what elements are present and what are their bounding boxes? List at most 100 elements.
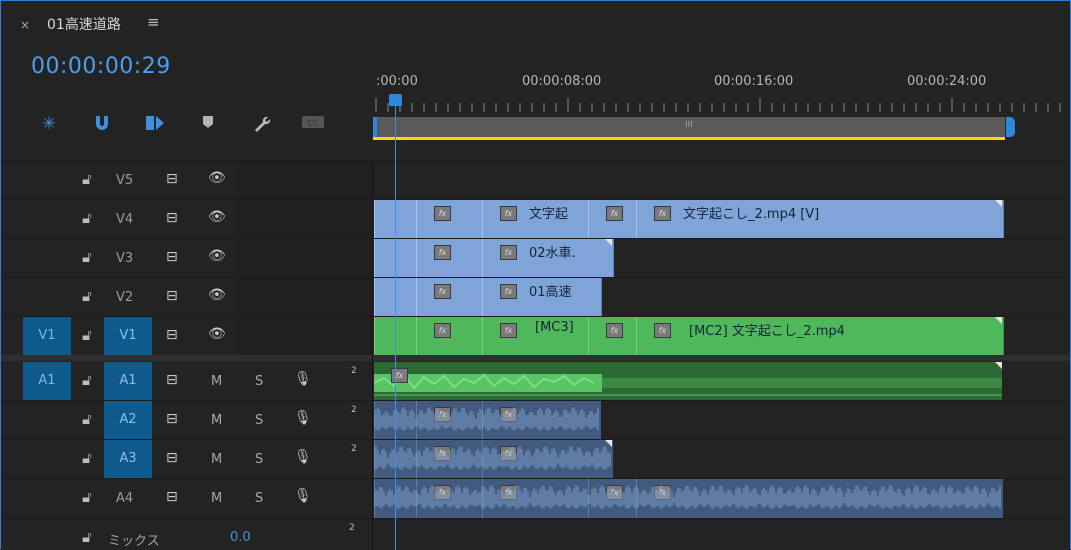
eye-icon[interactable]: 👁︎ <box>208 248 226 264</box>
multicam-clip[interactable]: fx <box>588 317 638 355</box>
lock-icon[interactable]: 🔓︎ <box>82 209 92 227</box>
video-clip[interactable] <box>374 278 418 316</box>
mix-channel-count: 2 <box>349 523 355 533</box>
video-audio-divider[interactable] <box>0 355 1071 361</box>
video-clip[interactable]: fx <box>416 278 484 316</box>
lock-icon[interactable]: 🔓︎ <box>82 326 92 344</box>
scrollbar-grip[interactable]: III <box>685 120 693 130</box>
track-name-v4[interactable]: V4 <box>116 212 133 227</box>
eye-icon[interactable]: 👁︎ <box>208 170 226 186</box>
source-patch-a1[interactable]: A1 <box>23 362 71 400</box>
film-toggle-icon[interactable]: ⊟ <box>166 249 178 265</box>
lock-icon[interactable]: 🔓︎ <box>82 528 92 546</box>
film-toggle-icon[interactable]: ⊟ <box>166 411 178 427</box>
video-clip[interactable] <box>374 239 418 277</box>
clip-end-marker <box>995 317 1002 324</box>
clip-name: [MC3] <box>535 320 574 335</box>
clip-name: 02水車. <box>529 246 576 261</box>
lock-icon[interactable]: 🔓︎ <box>82 488 92 506</box>
mix-volume-value[interactable]: 0.0 <box>230 530 251 545</box>
timeline-settings-wrench-icon[interactable] <box>248 113 274 138</box>
audio-clip[interactable]: fx <box>374 362 1002 400</box>
captions-cc-icon[interactable]: CC <box>300 114 326 135</box>
sequence-tab-title[interactable]: 01高速道路 <box>47 14 121 34</box>
eye-icon[interactable]: 👁︎ <box>208 326 226 342</box>
film-toggle-icon[interactable]: ⊟ <box>166 327 178 343</box>
scrollbar-left-handle[interactable] <box>373 117 377 137</box>
video-clip[interactable]: fx 文字起こし_2.mp4 [V] <box>636 200 1004 238</box>
lock-icon[interactable]: 🔓︎ <box>82 410 92 428</box>
lock-icon[interactable]: 🔓︎ <box>82 449 92 467</box>
microphone-icon[interactable]: 🎙︎ <box>294 371 312 387</box>
playhead-handle[interactable] <box>389 94 402 106</box>
film-toggle-icon[interactable]: ⊟ <box>166 171 178 187</box>
time-ruler[interactable] <box>374 98 1071 112</box>
microphone-icon[interactable]: 🎙︎ <box>294 488 312 504</box>
clip-name: [MC2] 文字起こし_2.mp4 <box>689 324 845 339</box>
panel-menu-icon[interactable]: ≡ <box>147 13 160 31</box>
solo-button[interactable]: S <box>255 374 263 389</box>
video-clip[interactable]: fx 01高速 <box>482 278 602 316</box>
video-clip[interactable]: fx 02水車. <box>482 239 614 277</box>
track-name-a4[interactable]: A4 <box>116 491 133 506</box>
track-name-a1[interactable]: A1 <box>104 362 152 400</box>
lock-icon[interactable]: 🔓︎ <box>82 287 92 305</box>
multicam-clip[interactable] <box>374 317 418 355</box>
fx-badge: fx <box>434 323 451 338</box>
film-toggle-icon[interactable]: ⊟ <box>166 372 178 388</box>
microphone-icon[interactable]: 🎙︎ <box>294 449 312 465</box>
lock-icon[interactable]: 🔓︎ <box>82 371 92 389</box>
video-clip[interactable] <box>374 200 418 238</box>
lock-icon[interactable]: 🔓︎ <box>82 170 92 188</box>
mute-button[interactable]: M <box>211 452 222 467</box>
video-clip[interactable]: fx <box>416 239 484 277</box>
playhead-line[interactable] <box>395 100 396 550</box>
snap-magnet-icon[interactable] <box>89 114 115 137</box>
nest-sequence-icon[interactable]: ✳ <box>36 114 62 134</box>
fx-badge: fx <box>500 284 517 299</box>
track-name-v3[interactable]: V3 <box>116 251 133 266</box>
video-clip[interactable]: fx <box>416 200 484 238</box>
track-name-v2[interactable]: V2 <box>116 290 133 305</box>
multicam-clip[interactable]: fx <box>416 317 484 355</box>
eye-icon[interactable]: 👁︎ <box>208 287 226 303</box>
film-toggle-icon[interactable]: ⊟ <box>166 288 178 304</box>
mute-button[interactable]: M <box>211 413 222 428</box>
microphone-icon[interactable]: 🎙︎ <box>294 410 312 426</box>
solo-button[interactable]: S <box>255 452 263 467</box>
track-name-a3[interactable]: A3 <box>104 440 152 478</box>
film-toggle-icon[interactable]: ⊟ <box>166 450 178 466</box>
lock-icon[interactable]: 🔓︎ <box>82 248 92 266</box>
playhead-timecode[interactable]: 00:00:00:29 <box>31 54 171 79</box>
fx-badge: fx <box>434 284 451 299</box>
linked-selection-icon[interactable] <box>142 114 168 137</box>
source-patch-v1[interactable]: V1 <box>23 317 71 355</box>
clip-name: 文字起こし_2.mp4 [V] <box>683 207 820 222</box>
track-name-a2[interactable]: A2 <box>104 401 152 439</box>
fx-badge: fx <box>434 206 451 221</box>
mute-button[interactable]: M <box>211 491 222 506</box>
close-tab-icon[interactable]: × <box>20 18 30 32</box>
video-clip[interactable]: fx <box>588 200 638 238</box>
fx-badge: fx <box>500 245 517 260</box>
solo-button[interactable]: S <box>255 413 263 428</box>
mute-button[interactable]: M <box>211 374 222 389</box>
solo-button[interactable]: S <box>255 491 263 506</box>
work-area-bar[interactable] <box>373 137 1005 140</box>
channel-count: 2 <box>351 405 357 415</box>
scrollbar-right-handle[interactable] <box>1006 117 1015 137</box>
track-name-v1[interactable]: V1 <box>104 317 152 355</box>
fx-badge: fx <box>606 323 623 338</box>
track-header-column <box>237 160 372 355</box>
video-clip[interactable]: fx 文字起 <box>482 200 590 238</box>
audio-waveform <box>374 373 1002 396</box>
timeline-zoom-scrollbar[interactable]: III <box>375 117 1005 137</box>
track-name-v5[interactable]: V5 <box>116 173 133 188</box>
film-toggle-icon[interactable]: ⊟ <box>166 210 178 226</box>
add-marker-icon[interactable] <box>195 114 221 135</box>
multicam-clip[interactable]: fx [MC2] 文字起こし_2.mp4 <box>636 317 1004 355</box>
multicam-clip[interactable]: fx [MC3] <box>482 317 590 355</box>
film-toggle-icon[interactable]: ⊟ <box>166 489 178 505</box>
eye-icon[interactable]: 👁︎ <box>208 209 226 225</box>
audio-waveforms-blue <box>374 407 1001 509</box>
